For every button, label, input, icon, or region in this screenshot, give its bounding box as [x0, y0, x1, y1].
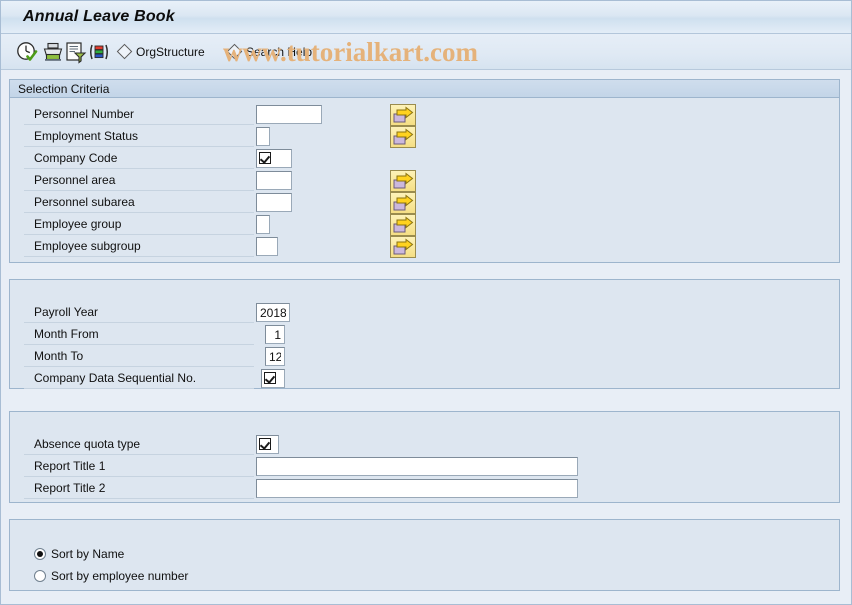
multiple-selection-button-personnel-number[interactable] — [390, 104, 416, 126]
input-personnel-area[interactable] — [256, 171, 292, 190]
multiple-selection-button-employee-subgroup[interactable] — [390, 236, 416, 258]
print-preview-icon[interactable] — [64, 40, 88, 64]
multiple-selection-button-personnel-area[interactable] — [390, 170, 416, 192]
field-row-personnel-subarea: Personnel subarea — [24, 192, 824, 214]
field-row-employee-group: Employee group — [24, 214, 824, 236]
label-personnel-number: Personnel Number — [24, 104, 254, 125]
label-personnel-subarea: Personnel subarea — [24, 192, 254, 213]
input-personnel-number[interactable] — [256, 105, 322, 124]
checkbox-icon-company-data-sequential-no[interactable] — [264, 372, 276, 384]
field-row-absence-quota-type: Absence quota type — [24, 434, 824, 456]
checkbox-icon-absence-quota-type[interactable] — [259, 438, 271, 450]
input-employee-subgroup[interactable] — [256, 237, 278, 256]
search-help-button[interactable]: Search Help — [226, 41, 313, 63]
input-month-to[interactable] — [265, 347, 285, 366]
sap-application-window: Annual Leave Book OrgStructure Search He… — [0, 0, 852, 605]
payroll-period-panel: Payroll Year Month From Month To Company… — [9, 279, 840, 389]
orgstructure-button[interactable]: OrgStructure — [116, 41, 205, 63]
multiple-selection-button-employment-status[interactable] — [390, 126, 416, 148]
label-report-title-1: Report Title 1 — [24, 456, 254, 477]
field-row-company-data-sequential-no: Company Data Sequential No. — [24, 368, 824, 390]
radio-icon-sort-by-name[interactable] — [34, 548, 46, 560]
report-options-panel: Absence quota type Report Title 1 Report… — [9, 411, 840, 503]
sort-options-panel: Sort by Name Sort by employee number — [9, 519, 840, 591]
radio-label-sort-by-name: Sort by Name — [51, 547, 125, 561]
title-bar: Annual Leave Book — [1, 1, 851, 34]
selection-criteria-panel: Selection Criteria Personnel Number Empl… — [9, 79, 840, 263]
field-row-personnel-area: Personnel area — [24, 170, 824, 192]
diamond-icon — [226, 44, 243, 60]
checkbox-icon-company-code[interactable] — [259, 152, 271, 164]
input-employee-group[interactable] — [256, 215, 270, 234]
execute-icon[interactable] — [15, 40, 39, 64]
orgstructure-label: OrgStructure — [136, 45, 205, 59]
field-row-month-to: Month To — [24, 346, 824, 368]
print-icon[interactable] — [41, 40, 65, 64]
label-absence-quota-type: Absence quota type — [24, 434, 254, 455]
field-row-month-from: Month From — [24, 324, 824, 346]
label-company-data-sequential-no: Company Data Sequential No. — [24, 368, 254, 389]
multiple-selection-button-personnel-subarea[interactable] — [390, 192, 416, 214]
label-company-code: Company Code — [24, 148, 254, 169]
label-employment-status: Employment Status — [24, 126, 254, 147]
label-payroll-year: Payroll Year — [24, 302, 254, 323]
label-report-title-2: Report Title 2 — [24, 478, 254, 499]
radio-icon-sort-by-employee-number[interactable] — [34, 570, 46, 582]
field-row-personnel-number: Personnel Number — [24, 104, 824, 126]
page-title: Annual Leave Book — [23, 8, 175, 25]
diamond-icon — [116, 44, 133, 60]
input-report-title-1[interactable] — [256, 457, 578, 476]
field-row-payroll-year: Payroll Year — [24, 302, 824, 324]
label-month-from: Month From — [24, 324, 254, 345]
label-month-to: Month To — [24, 346, 254, 367]
search-help-label: Search Help — [246, 45, 313, 59]
field-row-report-title-2: Report Title 2 — [24, 478, 824, 500]
application-toolbar: OrgStructure Search Help — [1, 34, 851, 70]
input-payroll-year[interactable] — [256, 303, 290, 322]
label-employee-subgroup: Employee subgroup — [24, 236, 254, 257]
label-employee-group: Employee group — [24, 214, 254, 235]
input-report-title-2[interactable] — [256, 479, 578, 498]
field-row-employee-subgroup: Employee subgroup — [24, 236, 824, 258]
input-personnel-subarea[interactable] — [256, 193, 292, 212]
variant-icon[interactable] — [87, 40, 111, 64]
label-personnel-area: Personnel area — [24, 170, 254, 191]
field-row-report-title-1: Report Title 1 — [24, 456, 824, 478]
input-month-from[interactable] — [265, 325, 285, 344]
selection-criteria-header: Selection Criteria — [10, 80, 839, 98]
multiple-selection-button-employee-group[interactable] — [390, 214, 416, 236]
field-row-company-code: Company Code — [24, 148, 824, 170]
field-row-employment-status: Employment Status — [24, 126, 824, 148]
radio-label-sort-by-employee-number: Sort by employee number — [51, 569, 189, 583]
input-employment-status[interactable] — [256, 127, 270, 146]
